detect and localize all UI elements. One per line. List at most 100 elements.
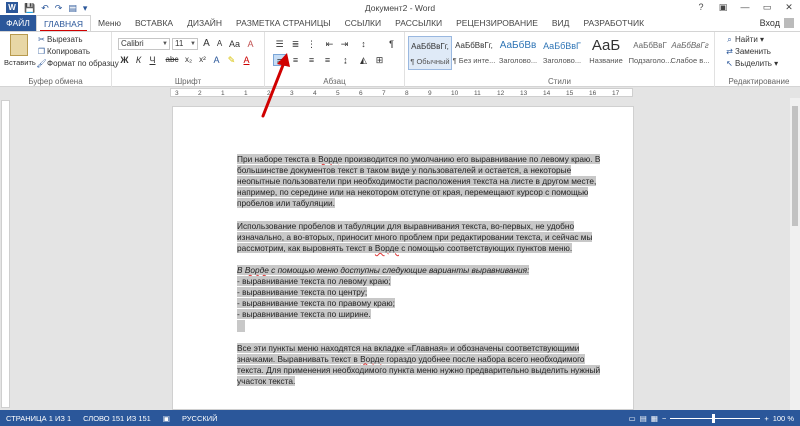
tab-view[interactable]: ВИД xyxy=(545,15,577,31)
tab-references[interactable]: ССЫЛКИ xyxy=(338,15,388,31)
paste-label: Вставить xyxy=(4,58,36,67)
shrink-font-button[interactable]: A xyxy=(213,38,226,50)
document-body[interactable]: При наборе текста в Ворде производится п… xyxy=(237,154,609,398)
style-name: Слабое в... xyxy=(670,56,710,65)
tab-menu[interactable]: Меню xyxy=(91,15,128,31)
style-sample: АаБбВв xyxy=(499,40,537,51)
tab-developer[interactable]: РАЗРАБОТЧИК xyxy=(576,15,651,31)
text-run: с помощью меню доступны следующие вариан… xyxy=(268,264,530,275)
format-painter-button[interactable]: 🖌Формат по образцу xyxy=(36,59,118,69)
print-preview-icon[interactable]: ▤ xyxy=(68,2,77,14)
restore-button[interactable]: ▭ xyxy=(756,0,778,15)
subscript-button[interactable]: x₂ xyxy=(182,54,195,66)
zoom-out-button[interactable]: − xyxy=(662,414,666,423)
zoom-in-button[interactable]: + xyxy=(764,414,768,423)
bold-button[interactable]: Ж xyxy=(118,54,131,66)
align-left-icon[interactable]: ≡ xyxy=(273,54,286,66)
list-heading: В Ворде с помощью меню доступны следующи… xyxy=(237,264,609,276)
minimize-button[interactable]: — xyxy=(734,0,756,15)
tab-mailings[interactable]: РАССЫЛКИ xyxy=(388,15,449,31)
style-no-spacing[interactable]: АаБбВвГг, ¶ Без инте... xyxy=(452,36,496,70)
language-indicator[interactable]: РУССКИЙ xyxy=(176,414,224,423)
tab-page-layout[interactable]: РАЗМЕТКА СТРАНИЦЫ xyxy=(229,15,338,31)
sort-icon[interactable]: ↕ xyxy=(357,38,370,50)
justify-icon[interactable]: ≡ xyxy=(321,54,334,66)
strikethrough-button[interactable]: abc xyxy=(164,54,180,66)
close-button[interactable]: ✕ xyxy=(778,0,800,15)
increase-indent-icon[interactable]: ⇥ xyxy=(338,38,351,50)
spellcheck-word: Ворде xyxy=(374,242,399,253)
zoom-slider[interactable] xyxy=(670,413,761,423)
document-title: Документ2 - Word xyxy=(364,2,436,13)
highlight-icon[interactable]: ✎ xyxy=(225,54,238,66)
tab-design[interactable]: ДИЗАЙН xyxy=(180,15,229,31)
proofing-icon[interactable]: ▣ xyxy=(157,414,176,423)
print-layout-icon[interactable]: ▤ xyxy=(640,414,647,423)
style-title[interactable]: АаБ Название xyxy=(584,36,628,70)
tab-insert[interactable]: ВСТАВКА xyxy=(128,15,180,31)
multilevel-list-icon[interactable]: ⋮ xyxy=(305,38,318,50)
style-name: ¶ Без инте... xyxy=(452,56,496,65)
customize-qat-icon[interactable]: ▾ xyxy=(83,2,88,14)
grow-font-button[interactable]: A xyxy=(200,38,213,50)
zoom-slider-knob[interactable] xyxy=(712,413,716,423)
italic-button[interactable]: К xyxy=(132,54,145,66)
replace-button[interactable]: ⇄ Заменить xyxy=(724,47,771,57)
numbering-icon[interactable]: ≣ xyxy=(289,38,302,50)
bullets-icon[interactable]: ☰ xyxy=(273,38,286,50)
redo-icon[interactable]: ↷ xyxy=(55,2,63,14)
web-layout-icon[interactable]: ▦ xyxy=(651,414,658,423)
style-subtle-emphasis[interactable]: АаБбВвГг Слабое в... xyxy=(670,36,710,70)
word-count[interactable]: СЛОВО 151 ИЗ 151 xyxy=(77,414,157,423)
ribbon-display-icon[interactable]: ▣ xyxy=(712,0,734,15)
tab-review[interactable]: РЕЦЕНЗИРОВАНИЕ xyxy=(449,15,545,31)
vertical-ruler[interactable] xyxy=(1,100,10,408)
sign-in[interactable]: Вход xyxy=(760,15,794,31)
style-subtitle[interactable]: АаБбВвГ Подзаголо... xyxy=(628,36,672,70)
text-effects-icon[interactable]: A xyxy=(210,54,223,66)
superscript-button[interactable]: x² xyxy=(196,54,209,66)
underline-button[interactable]: Ч xyxy=(146,54,159,66)
cursor-icon: ↖ xyxy=(726,59,733,68)
paste-button[interactable]: Вставить xyxy=(4,34,36,68)
vertical-scrollbar[interactable] xyxy=(790,98,800,410)
style-heading-1[interactable]: АаБбВв Заголово... xyxy=(496,36,540,70)
align-center-icon[interactable]: ≡ xyxy=(289,54,302,66)
help-button[interactable]: ? xyxy=(690,0,712,15)
zoom-level[interactable]: 100 % xyxy=(773,414,794,423)
copy-button[interactable]: ❐ Копировать xyxy=(36,47,90,57)
change-case-button[interactable]: Aa xyxy=(228,38,241,50)
font-color-icon[interactable]: A xyxy=(240,54,253,66)
select-button[interactable]: ↖ Выделить ▾ xyxy=(724,59,778,69)
tab-home[interactable]: ГЛАВНАЯ xyxy=(36,15,91,32)
font-name-combo[interactable]: Calibri ▼ xyxy=(118,38,170,50)
shading-icon[interactable]: ◭ xyxy=(357,54,370,66)
decrease-indent-icon[interactable]: ⇤ xyxy=(323,38,336,50)
style-sample: АаБбВвГг, xyxy=(411,42,449,51)
undo-icon[interactable]: ↶ xyxy=(41,2,49,14)
ruler-number: 1 xyxy=(221,90,225,97)
find-button[interactable]: ⌕ Найти ▾ xyxy=(724,35,764,45)
window-controls: ? ▣ — ▭ ✕ xyxy=(690,0,800,15)
clipboard-group-label: Буфер обмена xyxy=(28,77,83,86)
align-right-icon[interactable]: ≡ xyxy=(305,54,318,66)
clear-formatting-button[interactable]: A xyxy=(244,38,257,50)
read-mode-icon[interactable]: ▭ xyxy=(629,414,636,423)
cut-button[interactable]: ✂ Вырезать xyxy=(36,35,82,45)
chevron-down-icon: ▼ xyxy=(162,41,168,47)
scroll-thumb[interactable] xyxy=(792,106,798,226)
style-heading-2[interactable]: АаБбВвГ Заголово... xyxy=(540,36,584,70)
document-page[interactable]: При наборе текста в Ворде производится п… xyxy=(172,106,634,410)
tab-file[interactable]: ФАЙЛ xyxy=(0,15,36,31)
show-marks-button[interactable]: ¶ xyxy=(385,38,398,50)
borders-icon[interactable]: ⊞ xyxy=(373,54,386,66)
font-size-combo[interactable]: 11 ▼ xyxy=(172,38,198,50)
page-count[interactable]: СТРАНИЦА 1 ИЗ 1 xyxy=(0,414,77,423)
save-icon[interactable]: 💾 xyxy=(24,2,35,14)
style-normal[interactable]: АаБбВвГг, ¶ Обычный xyxy=(408,36,452,70)
horizontal-ruler[interactable]: 3 2 1 1 2 3 4 5 6 7 8 9 10 11 12 13 14 15 16 17 xyxy=(0,87,800,98)
style-sample: АаБбВвГ xyxy=(633,41,667,50)
ruler-number: 11 xyxy=(474,90,481,97)
line-spacing-icon[interactable]: ↨ xyxy=(339,54,352,66)
list-item: - выравнивание текста по центру; xyxy=(237,287,609,298)
